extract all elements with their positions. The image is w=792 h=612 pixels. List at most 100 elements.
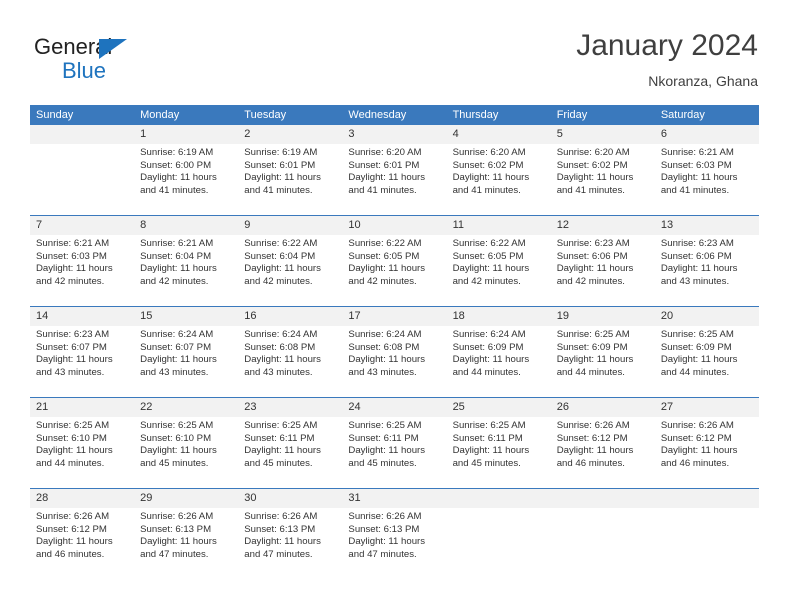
weekday-header-friday: Friday bbox=[556, 109, 588, 121]
day-cell[interactable]: Sunrise: 6:26 AM Sunset: 6:13 PM Daylight:… bbox=[238, 508, 342, 579]
week-detail-row: Sunrise: 6:21 AM Sunset: 6:03 PM Daylight:… bbox=[30, 235, 759, 306]
brand-logo[interactable]: General Blue bbox=[34, 34, 234, 86]
day-cell[interactable]: Sunrise: 6:26 AM Sunset: 6:12 PM Daylight:… bbox=[655, 417, 759, 488]
day-number[interactable]: 25 bbox=[447, 398, 551, 417]
day-info-line: Sunrise: 6:25 AM bbox=[348, 420, 422, 431]
day-info-line: Sunrise: 6:26 AM bbox=[348, 511, 422, 522]
day-cell[interactable]: Sunrise: 6:19 AM Sunset: 6:01 PM Daylight:… bbox=[238, 144, 342, 215]
day-number[interactable]: 17 bbox=[342, 307, 446, 326]
day-number[interactable]: 5 bbox=[551, 125, 655, 144]
day-cell[interactable]: Sunrise: 6:24 AM Sunset: 6:07 PM Daylight:… bbox=[134, 326, 238, 397]
day-cell[interactable]: Sunrise: 6:26 AM Sunset: 6:12 PM Daylight:… bbox=[30, 508, 134, 579]
day-info-line: Daylight: 11 hours bbox=[244, 354, 321, 366]
day-number[interactable]: 18 bbox=[447, 307, 551, 326]
day-number[interactable]: 1 bbox=[134, 125, 238, 144]
day-info-line: Daylight: 11 hours bbox=[140, 263, 217, 275]
day-number[interactable]: 20 bbox=[655, 307, 759, 326]
day-info-line: Daylight: 11 hours bbox=[348, 354, 426, 366]
day-cell[interactable]: Sunrise: 6:20 AM Sunset: 6:02 PM Daylight:… bbox=[447, 144, 551, 215]
day-cell[interactable]: Sunrise: 6:21 AM Sunset: 6:03 PM Daylight:… bbox=[655, 144, 759, 215]
day-cell[interactable]: Sunrise: 6:23 AM Sunset: 6:07 PM Daylight:… bbox=[30, 326, 134, 397]
day-cell[interactable]: Sunrise: 6:20 AM Sunset: 6:02 PM Daylight:… bbox=[551, 144, 655, 215]
day-cell[interactable]: Sunrise: 6:23 AM Sunset: 6:06 PM Daylight:… bbox=[655, 235, 759, 306]
day-cell[interactable]: Sunrise: 6:23 AM Sunset: 6:06 PM Daylight:… bbox=[551, 235, 655, 306]
day-number[interactable]: 8 bbox=[134, 216, 238, 235]
day-info-line: Sunset: 6:05 PM bbox=[348, 250, 420, 262]
day-number[interactable]: 24 bbox=[342, 398, 446, 417]
day-number[interactable]: 31 bbox=[342, 489, 446, 508]
day-number[interactable]: 29 bbox=[134, 489, 238, 508]
day-cell[interactable]: Sunrise: 6:24 AM Sunset: 6:08 PM Daylight:… bbox=[238, 326, 342, 397]
day-cell[interactable]: Sunrise: 6:25 AM Sunset: 6:09 PM Daylight:… bbox=[551, 326, 655, 397]
day-number[interactable]: 19 bbox=[551, 307, 655, 326]
day-cell[interactable]: Sunrise: 6:26 AM Sunset: 6:12 PM Daylight:… bbox=[551, 417, 655, 488]
day-info-line: Daylight: 11 hours bbox=[660, 172, 738, 184]
day-number[interactable]: 10 bbox=[342, 216, 446, 235]
day-info-line: and 42 minutes. bbox=[348, 275, 417, 287]
calendar-week-row: 7 8 9 10 11 12 13 Sunrise: 6:21 AM Sunset: 6:03 … bbox=[30, 215, 759, 306]
day-info-line: Daylight: 11 hours bbox=[36, 354, 113, 366]
day-info-line: Sunset: 6:07 PM bbox=[140, 341, 212, 353]
day-number[interactable]: 27 bbox=[655, 398, 759, 417]
day-number[interactable]: 9 bbox=[238, 216, 342, 235]
day-info-line: and 45 minutes. bbox=[452, 457, 521, 469]
day-info-line: Sunset: 6:09 PM bbox=[660, 341, 732, 353]
day-cell[interactable]: Sunrise: 6:24 AM Sunset: 6:08 PM Daylight:… bbox=[342, 326, 446, 397]
day-number[interactable]: 30 bbox=[238, 489, 342, 508]
day-info-line: Sunset: 6:00 PM bbox=[140, 159, 212, 171]
day-number[interactable]: 13 bbox=[655, 216, 759, 235]
day-number[interactable]: 23 bbox=[238, 398, 342, 417]
day-cell[interactable]: Sunrise: 6:20 AM Sunset: 6:01 PM Daylight:… bbox=[342, 144, 446, 215]
day-cell[interactable]: Sunrise: 6:25 AM Sunset: 6:10 PM Daylight:… bbox=[134, 417, 238, 488]
calendar-grid: Sunday Monday Tuesday Wednesday Thursday Frid… bbox=[30, 105, 759, 579]
day-number-empty bbox=[551, 489, 655, 508]
day-info-line: Sunrise: 6:26 AM bbox=[140, 511, 214, 522]
day-number[interactable]: 22 bbox=[134, 398, 238, 417]
day-cell[interactable]: Sunrise: 6:25 AM Sunset: 6:11 PM Daylight:… bbox=[447, 417, 551, 488]
day-info-line: and 47 minutes. bbox=[348, 548, 417, 560]
day-info-line: Sunrise: 6:25 AM bbox=[452, 420, 526, 431]
day-info-line: Sunset: 6:04 PM bbox=[140, 250, 212, 262]
day-number[interactable]: 16 bbox=[238, 307, 342, 326]
day-cell[interactable]: Sunrise: 6:22 AM Sunset: 6:05 PM Daylight:… bbox=[447, 235, 551, 306]
day-cell[interactable]: Sunrise: 6:21 AM Sunset: 6:04 PM Daylight:… bbox=[134, 235, 238, 306]
day-cell[interactable]: Sunrise: 6:26 AM Sunset: 6:13 PM Daylight:… bbox=[134, 508, 238, 579]
day-cell[interactable]: Sunrise: 6:25 AM Sunset: 6:09 PM Daylight:… bbox=[655, 326, 759, 397]
day-cell[interactable]: Sunrise: 6:26 AM Sunset: 6:13 PM Daylight:… bbox=[342, 508, 446, 579]
day-number[interactable]: 21 bbox=[30, 398, 134, 417]
day-number[interactable]: 12 bbox=[551, 216, 655, 235]
day-info-line: Daylight: 11 hours bbox=[660, 263, 738, 275]
day-info-line: Sunset: 6:01 PM bbox=[244, 159, 316, 171]
day-cell[interactable]: Sunrise: 6:19 AM Sunset: 6:00 PM Daylight:… bbox=[134, 144, 238, 215]
day-cell[interactable]: Sunrise: 6:21 AM Sunset: 6:03 PM Daylight:… bbox=[30, 235, 134, 306]
week-detail-row: Sunrise: 6:26 AM Sunset: 6:12 PM Daylight:… bbox=[30, 508, 759, 579]
day-cell[interactable]: Sunrise: 6:25 AM Sunset: 6:10 PM Daylight:… bbox=[30, 417, 134, 488]
day-info-line: Sunset: 6:08 PM bbox=[348, 341, 420, 353]
day-info-line: Sunrise: 6:26 AM bbox=[660, 420, 734, 431]
day-number[interactable]: 28 bbox=[30, 489, 134, 508]
day-cell[interactable]: Sunrise: 6:25 AM Sunset: 6:11 PM Daylight:… bbox=[238, 417, 342, 488]
day-cell[interactable]: Sunrise: 6:25 AM Sunset: 6:11 PM Daylight:… bbox=[342, 417, 446, 488]
day-cell[interactable]: Sunrise: 6:22 AM Sunset: 6:05 PM Daylight:… bbox=[342, 235, 446, 306]
day-cell[interactable]: Sunrise: 6:22 AM Sunset: 6:04 PM Daylight:… bbox=[238, 235, 342, 306]
day-number[interactable]: 3 bbox=[342, 125, 446, 144]
day-info-line: and 44 minutes. bbox=[452, 366, 521, 378]
day-number[interactable]: 2 bbox=[238, 125, 342, 144]
day-number[interactable]: 7 bbox=[30, 216, 134, 235]
day-info-line: Sunrise: 6:25 AM bbox=[556, 329, 630, 340]
day-cell[interactable]: Sunrise: 6:24 AM Sunset: 6:09 PM Daylight:… bbox=[447, 326, 551, 397]
day-info-line: Daylight: 11 hours bbox=[244, 172, 321, 184]
day-info-line: and 43 minutes. bbox=[660, 275, 730, 287]
day-info-line: Sunrise: 6:20 AM bbox=[556, 147, 630, 158]
day-info-line: and 42 minutes. bbox=[36, 275, 105, 287]
day-number[interactable]: 11 bbox=[447, 216, 551, 235]
day-number[interactable]: 26 bbox=[551, 398, 655, 417]
day-info-line: and 41 minutes. bbox=[556, 184, 625, 196]
day-number[interactable]: 15 bbox=[134, 307, 238, 326]
day-number[interactable]: 6 bbox=[655, 125, 759, 144]
day-info-line: Sunrise: 6:22 AM bbox=[244, 238, 318, 249]
day-info-line: Daylight: 11 hours bbox=[660, 445, 738, 457]
day-number[interactable]: 4 bbox=[447, 125, 551, 144]
day-number[interactable]: 14 bbox=[30, 307, 134, 326]
day-info-line: Daylight: 11 hours bbox=[140, 354, 217, 366]
